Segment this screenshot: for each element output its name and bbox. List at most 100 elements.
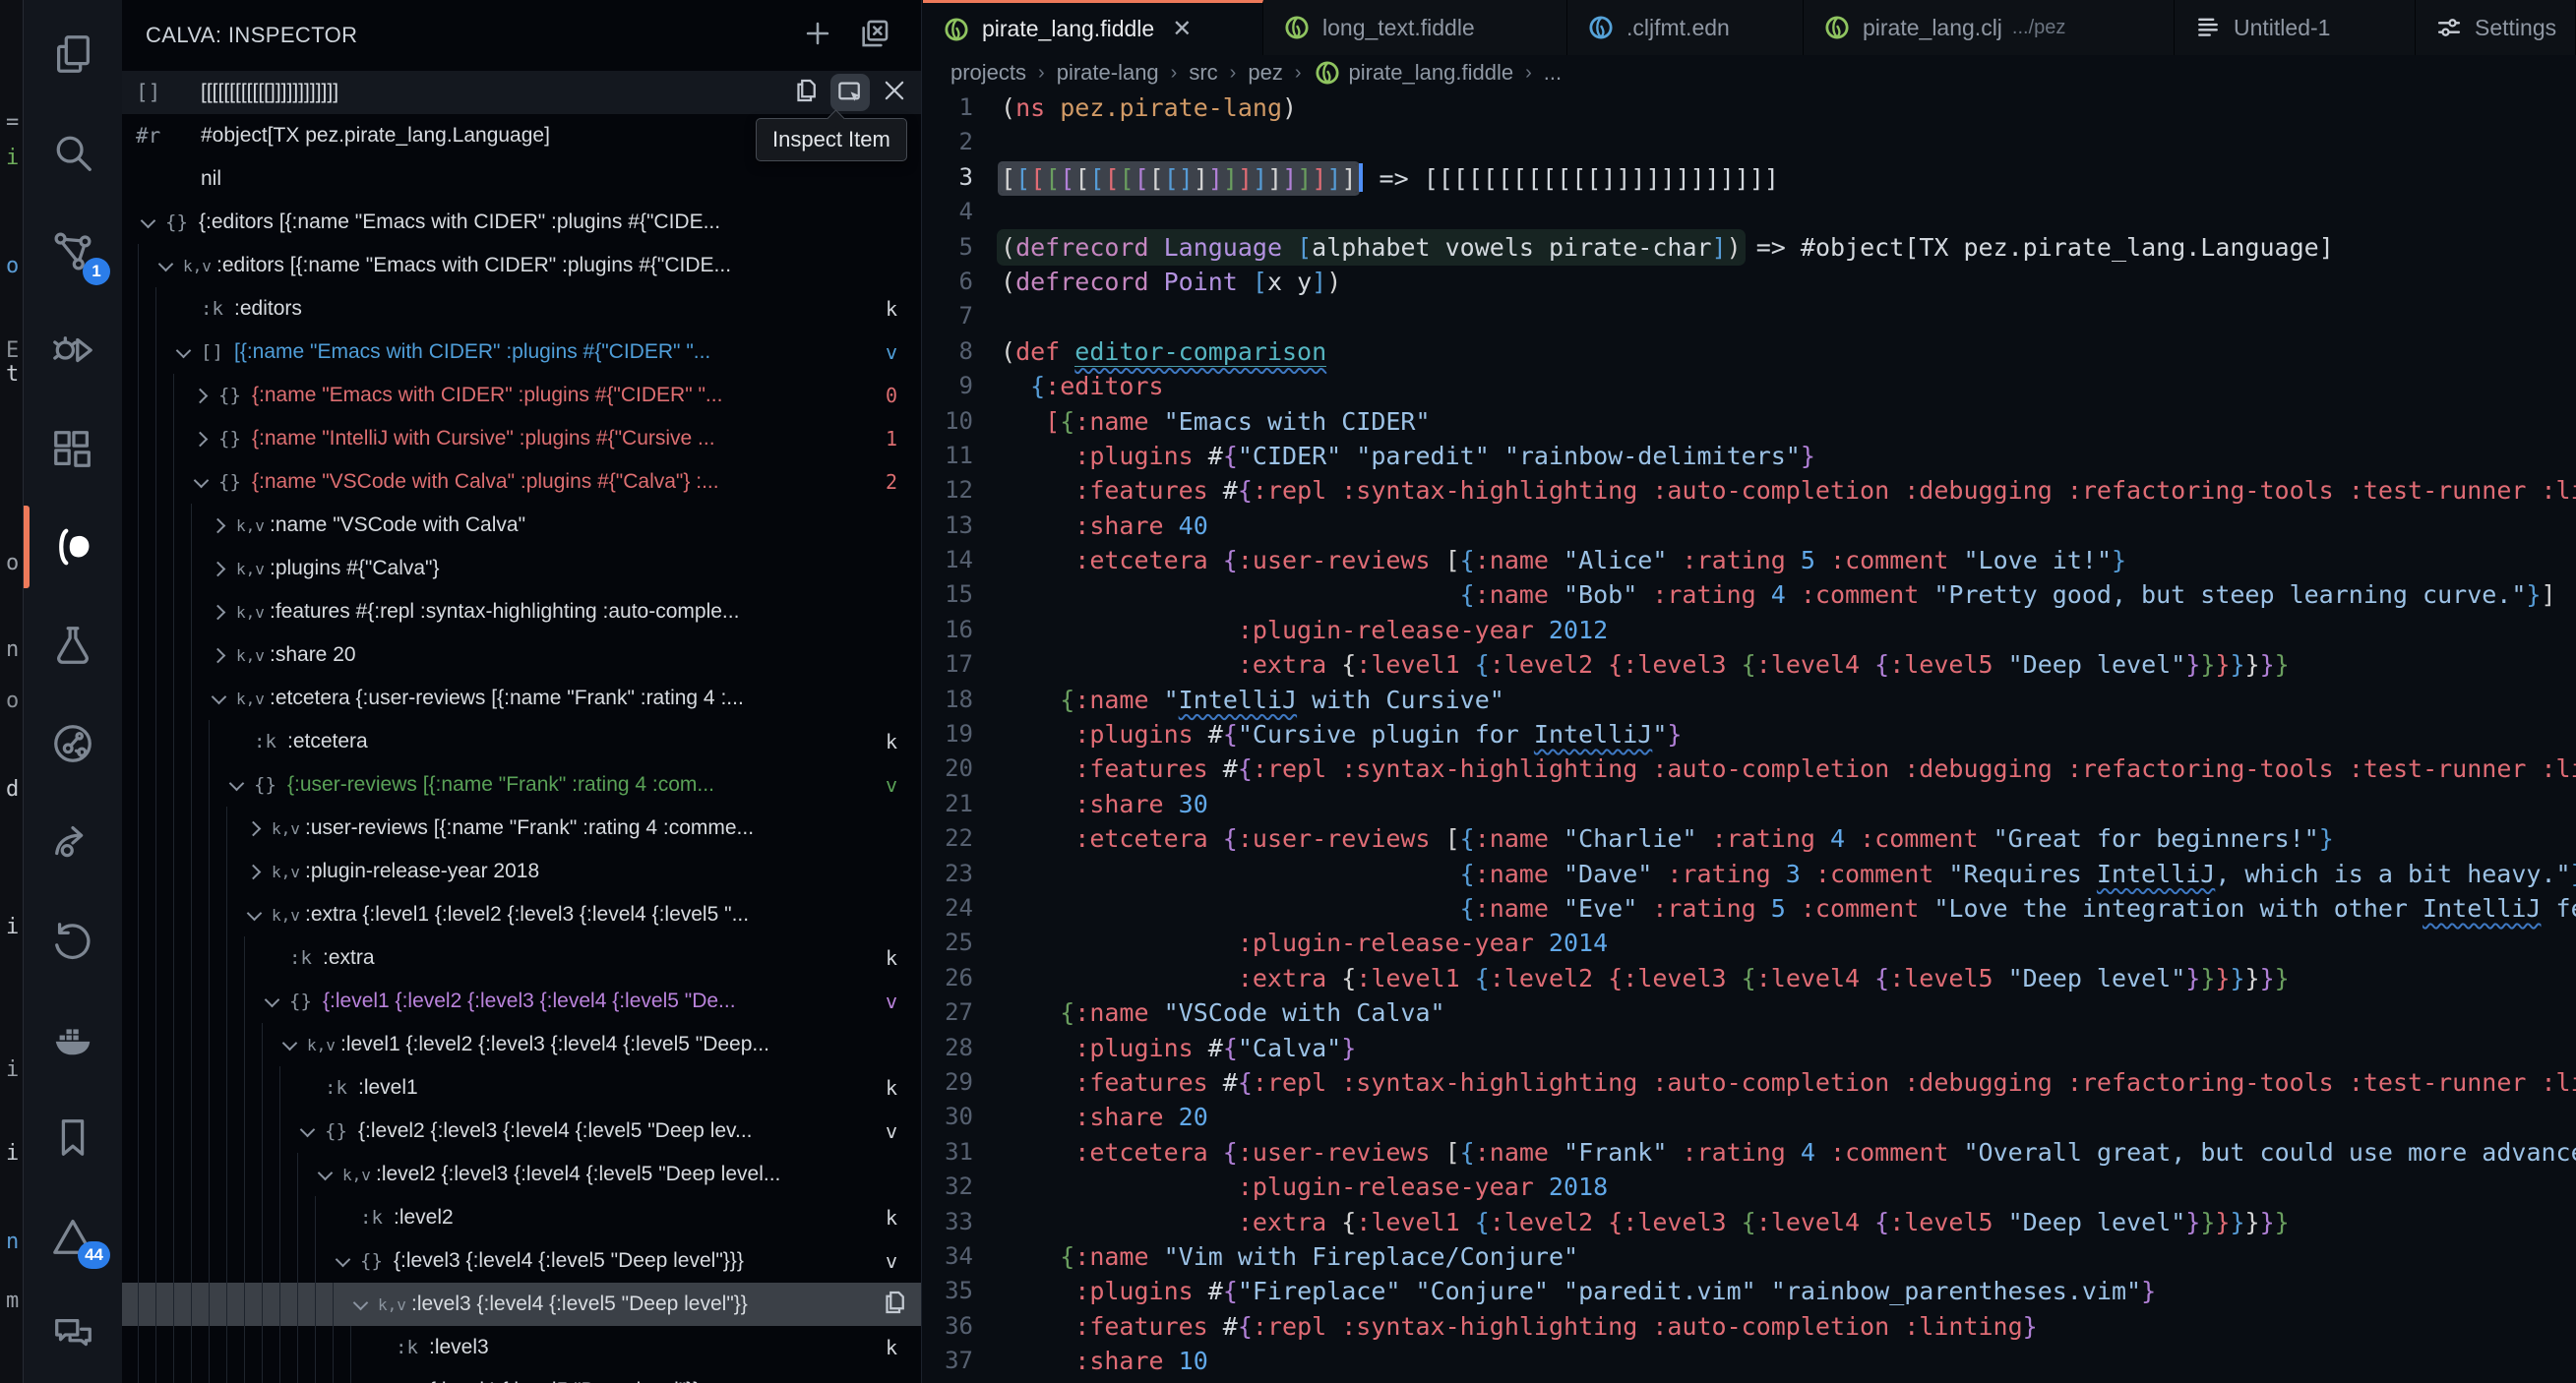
code-line[interactable]: 15 {:name "Bob" :rating 4 :comment "Pret… (923, 580, 2576, 615)
code-line[interactable]: 28 :plugins #{"Calva"} (923, 1034, 2576, 1068)
tree-row[interactable]: :k:level1 k (122, 1066, 921, 1110)
breadcrumb-item[interactable]: pirate_lang.fiddle (1314, 59, 1513, 87)
open-in-editor-icon[interactable] (858, 17, 891, 55)
tree-row[interactable]: nil (122, 157, 921, 201)
chevron-down-icon[interactable] (201, 695, 236, 702)
tree-row[interactable]: k,v:plugins #{"Calva"} (122, 547, 921, 590)
tree-row[interactable]: k,v:extra {:level1 {:level2 {:level3 {:l… (122, 893, 921, 936)
chevron-down-icon[interactable] (325, 1258, 360, 1265)
code-line[interactable]: 18 {:name "IntelliJ with Cursive" (923, 686, 2576, 720)
tree-row[interactable]: {} {:name "VSCode with Calva" :plugins #{… (122, 460, 921, 504)
code-line[interactable]: 30 :share 20 (923, 1103, 2576, 1137)
close-icon[interactable]: ✕ (1172, 15, 1192, 43)
chevron-down-icon[interactable] (342, 1301, 378, 1308)
chevron-down-icon[interactable] (148, 263, 183, 270)
breadcrumb-item[interactable]: src (1189, 60, 1217, 86)
warning-icon[interactable]: 44 (24, 1186, 122, 1285)
lens-icon[interactable] (24, 694, 122, 793)
breadcrumb-item[interactable]: pez (1248, 60, 1282, 86)
tree-row[interactable]: {}{:level4 {:level5 "Deep level"}}v (122, 1369, 921, 1383)
tree-row[interactable]: k,v:user-reviews [{:name "Frank" :rating… (122, 807, 921, 850)
code-line[interactable]: 33 :extra {:level1 {:level2 {:level3 {:l… (923, 1208, 2576, 1242)
code-line[interactable]: 32 :plugin-release-year 2018 (923, 1173, 2576, 1207)
code-line[interactable]: 14 :etcetera {:user-reviews [{:name "Ali… (923, 546, 2576, 580)
run-debug-icon[interactable] (24, 301, 122, 399)
history-icon[interactable] (24, 891, 122, 990)
tree-row[interactable]: :k:level3 k (122, 1326, 921, 1369)
extensions-icon[interactable] (24, 399, 122, 498)
code-line[interactable]: 13 :share 40 (923, 511, 2576, 546)
code-line[interactable]: 29 :features #{:repl :syntax-highlightin… (923, 1068, 2576, 1103)
chevron-right-icon[interactable] (201, 650, 236, 661)
tree-row[interactable]: {} {:editors [{:name "Emacs with CIDER" :… (122, 201, 921, 244)
code-line[interactable]: 20 :features #{:repl :syntax-highlightin… (923, 754, 2576, 789)
code-line[interactable]: 21 :share 30 (923, 790, 2576, 824)
tab-Untitled-1[interactable]: Untitled-1 (2175, 0, 2416, 55)
code-editor[interactable]: 1 (ns pez.pirate-lang) 2 3[[[[[[[[[[[[]]]]]… (923, 90, 2576, 1383)
chevron-down-icon[interactable] (272, 1042, 307, 1049)
copy-icon[interactable] (880, 1288, 909, 1322)
tree-row[interactable]: k,v:share 20 (122, 633, 921, 677)
chevron-down-icon[interactable] (165, 349, 201, 356)
tree-row[interactable]: :k:etcetera k (122, 720, 921, 763)
code-line[interactable]: 23 {:name "Dave" :rating 3 :comment "Req… (923, 860, 2576, 894)
tree-row[interactable]: k,v:plugin-release-year 2018 (122, 850, 921, 893)
tab-pirate_lang.fiddle[interactable]: pirate_lang.fiddle ✕ (923, 0, 1263, 55)
docker-icon[interactable] (24, 990, 122, 1088)
chevron-down-icon[interactable] (289, 1128, 325, 1135)
chevron-down-icon[interactable] (183, 479, 218, 486)
code-line[interactable]: 2 (923, 128, 2576, 162)
tree-row[interactable]: k,v:features #{:repl :syntax-highlightin… (122, 590, 921, 633)
tree-row[interactable]: {} {:level3 {:level4 {:level5 "Deep level… (122, 1239, 921, 1283)
tree-row[interactable]: k,v:level3 {:level4 {:level5 "Deep level… (122, 1283, 921, 1326)
code-line[interactable]: 25 :plugin-release-year 2014 (923, 929, 2576, 963)
chevron-down-icon[interactable] (236, 912, 272, 919)
breadcrumb-item[interactable]: ... (1544, 60, 1562, 86)
breadcrumb-item[interactable]: pirate-lang (1057, 60, 1159, 86)
tab-.cljfmt.edn[interactable]: .cljfmt.edn (1567, 0, 1804, 55)
tree-row[interactable]: {} {:level1 {:level2 {:level3 {:level4 {:… (122, 980, 921, 1023)
tab-long_text.fiddle[interactable]: long_text.fiddle (1263, 0, 1567, 55)
tree-row[interactable]: :k:editors k (122, 287, 921, 331)
chevron-right-icon[interactable] (236, 823, 272, 834)
code-line[interactable]: 11 :plugins #{"CIDER" "paredit" "rainbow… (923, 442, 2576, 476)
calva-icon[interactable] (24, 498, 122, 596)
tree-row[interactable]: k,v:level2 {:level3 {:level4 {:level5 "D… (122, 1153, 921, 1196)
comments-icon[interactable] (24, 1285, 122, 1383)
tree-row[interactable]: {} {:level2 {:level3 {:level4 {:level5 "D… (122, 1110, 921, 1153)
tree-row[interactable]: k,v:editors [{:name "Emacs with CIDER" :… (122, 244, 921, 287)
chevron-right-icon[interactable] (201, 520, 236, 531)
share-icon[interactable] (24, 793, 122, 891)
tree-row[interactable]: :k:level2 k (122, 1196, 921, 1239)
chevron-down-icon[interactable] (218, 782, 254, 789)
tree-row[interactable]: {} {:name "Emacs with CIDER" :plugins #{"… (122, 374, 921, 417)
tab-pirate_lang.clj[interactable]: pirate_lang.clj .../pez (1804, 0, 2175, 55)
copy-icon[interactable] (791, 76, 821, 110)
chevron-right-icon[interactable] (201, 607, 236, 618)
code-line[interactable]: 37 :share 10 (923, 1347, 2576, 1381)
code-line[interactable]: 3[[[[[[[[[[[[]]]]]]]]]]]] => [[[[[[[[[[[… (923, 162, 2576, 198)
chevron-down-icon[interactable] (307, 1172, 342, 1178)
code-line[interactable]: 24 {:name "Eve" :rating 5 :comment "Love… (923, 894, 2576, 929)
tree-row[interactable]: [] [[[[[[[[[[[[]]]]]]]]]]]] (122, 71, 921, 114)
code-line[interactable]: 1 (ns pez.pirate-lang) (923, 93, 2576, 128)
code-line[interactable]: 26 :extra {:level1 {:level2 {:level3 {:l… (923, 964, 2576, 998)
test-flask-icon[interactable] (24, 596, 122, 694)
tree-row[interactable]: k,v:etcetera {:user-reviews [{:name "Fra… (122, 677, 921, 720)
code-line[interactable]: 17 :extra {:level1 {:level2 {:level3 {:l… (923, 650, 2576, 685)
search-icon[interactable] (24, 104, 122, 203)
code-line[interactable]: 12 :features #{:repl :syntax-highlightin… (923, 476, 2576, 511)
code-line[interactable]: 6 (defrecord Point [x y]) (923, 268, 2576, 302)
chevron-right-icon[interactable] (201, 564, 236, 574)
close-icon[interactable] (880, 76, 909, 110)
code-line[interactable]: 7 (923, 302, 2576, 336)
chevron-right-icon[interactable] (183, 434, 218, 445)
code-line[interactable]: 5 (defrecord Language [alphabet vowels pi… (923, 232, 2576, 268)
code-line[interactable]: 16 :plugin-release-year 2012 (923, 616, 2576, 650)
bookmark-icon[interactable] (24, 1088, 122, 1186)
chevron-down-icon[interactable] (130, 219, 165, 226)
code-line[interactable]: 9 {:editors (923, 372, 2576, 406)
add-item-icon[interactable] (801, 17, 834, 55)
code-line[interactable]: 31 :etcetera {:user-reviews [{:name "Fra… (923, 1138, 2576, 1173)
code-line[interactable]: 34 {:name "Vim with Fireplace/Conjure" (923, 1242, 2576, 1277)
